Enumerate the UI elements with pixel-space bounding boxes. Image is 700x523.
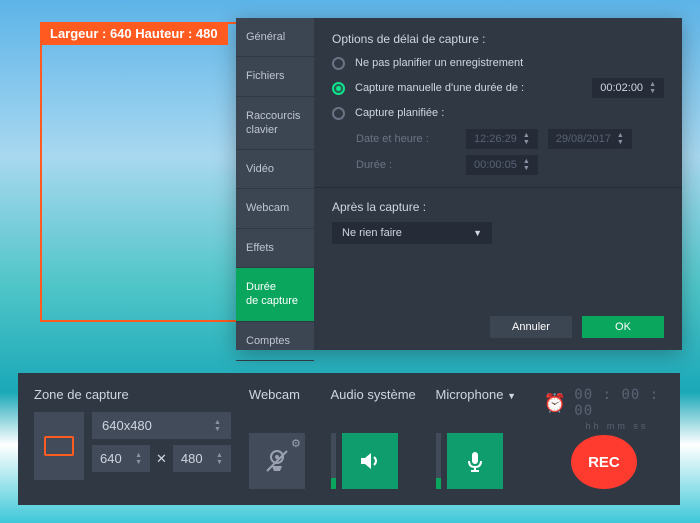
multiply-icon: ✕: [156, 451, 167, 467]
microphone-icon: [461, 447, 489, 475]
webcam-off-icon: [262, 446, 292, 476]
divider: [314, 187, 682, 188]
zone-title: Zone de capture: [34, 387, 231, 402]
tab-video[interactable]: Vidéo: [236, 150, 314, 189]
chevron-down-icon: ▼: [473, 228, 482, 238]
tab-webcam[interactable]: Webcam: [236, 189, 314, 228]
tab-general[interactable]: Général: [236, 18, 314, 57]
gear-icon[interactable]: ⚙: [291, 437, 301, 450]
option-label: Ne pas planifier un enregistrement: [355, 56, 664, 70]
tab-shortcuts[interactable]: Raccourcis clavier: [236, 97, 314, 151]
stepper-icon: ▲▼: [649, 81, 656, 95]
system-audio-section: Audio système: [331, 387, 418, 489]
scheduled-duration-row: Durée : 00:00:05 ▲▼: [356, 155, 664, 175]
microphone-toggle[interactable]: [447, 433, 503, 489]
tab-capture-duration[interactable]: Durée de capture: [236, 268, 314, 322]
speaker-icon: [356, 447, 384, 475]
stepper-icon: ▲▼: [214, 419, 221, 433]
webcam-section: Webcam ⚙: [249, 387, 313, 489]
capture-zone-section: Zone de capture 640x480 ▲▼ 640 ▲▼ ✕ 480: [34, 387, 231, 489]
timer-display: 00 : 00 : 00: [574, 387, 664, 419]
settings-dialog: Général Fichiers Raccourcis clavier Vidé…: [236, 18, 682, 350]
capture-dimensions-label: Largeur : 640 Hauteur : 480: [40, 22, 228, 45]
scheduled-datetime-row: Date et heure : 12:26:29 ▲▼ 29/08/2017 ▲…: [356, 129, 664, 149]
recording-toolbar: Zone de capture 640x480 ▲▼ 640 ▲▼ ✕ 480: [18, 373, 680, 505]
radio-icon: [332, 82, 345, 95]
system-audio-toggle[interactable]: [342, 433, 398, 489]
record-button[interactable]: REC: [571, 435, 637, 489]
duration-label: Durée :: [356, 159, 456, 171]
option-scheduled[interactable]: Capture planifiée :: [332, 106, 664, 120]
audio-title: Audio système: [331, 387, 418, 402]
stepper-icon: ▲▼: [135, 452, 142, 466]
option-label: Capture manuelle d'une durée de :: [355, 81, 582, 95]
preset-dropdown[interactable]: 640x480 ▲▼: [92, 412, 231, 439]
select-area-button[interactable]: [34, 412, 84, 480]
microphone-section: Microphone ▼: [436, 387, 526, 489]
ok-button[interactable]: OK: [582, 316, 664, 338]
audio-level-meter: [331, 433, 336, 489]
screen-rect-icon: [44, 436, 74, 456]
stepper-icon: ▲▼: [216, 452, 223, 466]
dropdown-value: Ne rien faire: [342, 227, 402, 239]
panel-title: Options de délai de capture :: [332, 32, 664, 46]
timer-units: hh mm ss: [585, 421, 648, 431]
chevron-down-icon[interactable]: ▼: [507, 391, 516, 401]
time-value: 00:02:00: [600, 82, 643, 94]
scheduled-time-input: 12:26:29 ▲▼: [466, 129, 538, 149]
clock-icon[interactable]: ⏰: [544, 393, 566, 414]
record-section: ⏰ 00 : 00 : 00 hh mm ss REC: [544, 387, 664, 489]
manual-duration-input[interactable]: 00:02:00 ▲▼: [592, 78, 664, 98]
option-manual-duration[interactable]: Capture manuelle d'une durée de : 00:02:…: [332, 78, 664, 98]
cancel-button[interactable]: Annuler: [490, 316, 572, 338]
radio-icon: [332, 57, 345, 70]
scheduled-date-input: 29/08/2017 ▲▼: [548, 129, 632, 149]
radio-icon: [332, 107, 345, 120]
mic-title: Microphone ▼: [436, 387, 526, 402]
after-capture-dropdown[interactable]: Ne rien faire ▼: [332, 222, 492, 244]
mic-level-meter: [436, 433, 441, 489]
option-label: Capture planifiée :: [355, 106, 664, 120]
webcam-toggle[interactable]: ⚙: [249, 433, 305, 489]
stepper-icon: ▲▼: [523, 132, 530, 146]
datetime-label: Date et heure :: [356, 133, 456, 145]
scheduled-duration-input: 00:00:05 ▲▼: [466, 155, 538, 175]
tab-files[interactable]: Fichiers: [236, 57, 314, 96]
height-input[interactable]: 480 ▲▼: [173, 445, 231, 472]
webcam-title: Webcam: [249, 387, 313, 402]
option-no-schedule[interactable]: Ne pas planifier un enregistrement: [332, 56, 664, 70]
settings-panel: Options de délai de capture : Ne pas pla…: [314, 18, 682, 350]
stepper-icon: ▲▼: [617, 132, 624, 146]
tab-effects[interactable]: Effets: [236, 229, 314, 268]
preset-value: 640x480: [102, 418, 152, 433]
settings-tabs: Général Fichiers Raccourcis clavier Vidé…: [236, 18, 314, 350]
width-input[interactable]: 640 ▲▼: [92, 445, 150, 472]
after-capture-label: Après la capture :: [332, 200, 664, 214]
tab-accounts[interactable]: Comptes: [236, 322, 314, 361]
stepper-icon: ▲▼: [523, 158, 530, 172]
